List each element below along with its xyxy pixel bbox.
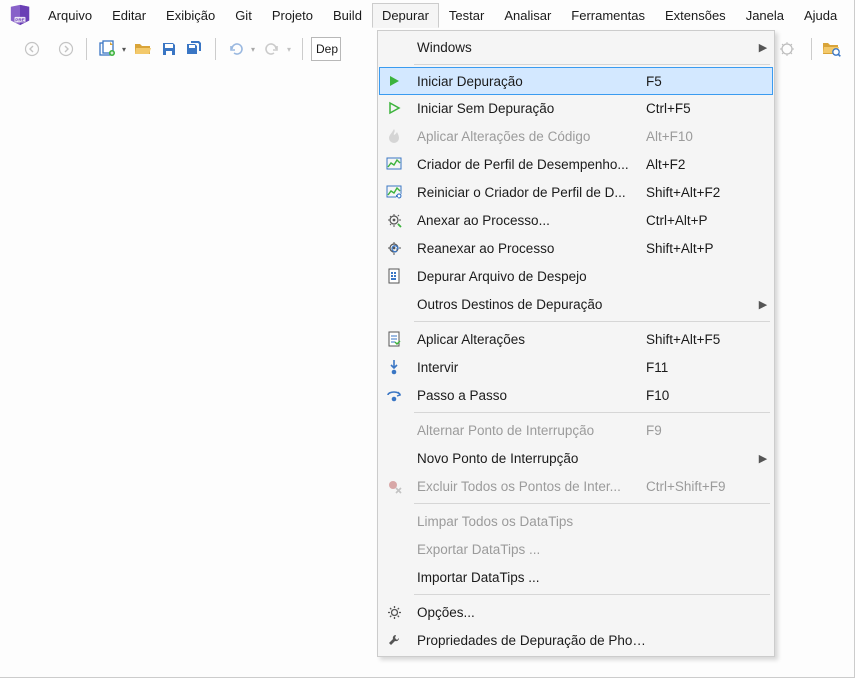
flame-icon: [380, 122, 408, 150]
gear-icon: [380, 598, 408, 626]
dd-intervir[interactable]: Intervir F11: [380, 353, 772, 381]
redo-icon[interactable]: [260, 37, 284, 61]
dd-limpar-datatips[interactable]: Limpar Todos os DataTips: [380, 507, 772, 535]
nav-back-icon[interactable]: [20, 37, 44, 61]
menu-ajuda[interactable]: Ajuda: [794, 3, 847, 28]
attach-icon: [380, 206, 408, 234]
dd-aplicar-alteracoes[interactable]: Aplicar Alterações Shift+Alt+F5: [380, 325, 772, 353]
dropdown-separator: [414, 503, 770, 504]
dd-reanexar-processo[interactable]: Reanexar ao Processo Shift+Alt+P: [380, 234, 772, 262]
menu-editar[interactable]: Editar: [102, 3, 156, 28]
dd-alternar-breakpoint[interactable]: Alternar Ponto de Interrupção F9: [380, 416, 772, 444]
dropdown-separator: [414, 594, 770, 595]
play-outline-icon: [380, 94, 408, 122]
debug-target-dropdown[interactable]: Dep: [311, 37, 341, 61]
menu-arquivo[interactable]: Arquivo: [38, 3, 102, 28]
app-logo-icon: PRE: [6, 1, 34, 29]
menu-janela[interactable]: Janela: [736, 3, 794, 28]
svg-text:PRE: PRE: [15, 17, 24, 22]
blank-icon: [380, 444, 408, 472]
dd-reiniciar-criador-perfil[interactable]: Reiniciar o Criador de Perfil de D... Sh…: [380, 178, 772, 206]
blank-icon: [380, 507, 408, 535]
menu-testar[interactable]: Testar: [439, 3, 494, 28]
blank-icon: [380, 535, 408, 563]
blank-icon: [380, 290, 408, 318]
wrench-icon: [380, 626, 408, 654]
submenu-arrow-icon: ▶: [754, 298, 772, 311]
step-into-icon: [380, 353, 408, 381]
toolbar-separator: [811, 38, 812, 60]
dd-excluir-breakpoints[interactable]: Excluir Todos os Pontos de Inter... Ctrl…: [380, 472, 772, 500]
save-all-icon[interactable]: [183, 37, 207, 61]
menubar: PRE Arquivo Editar Exibição Git Projeto …: [0, 0, 854, 30]
dd-depurar-arquivo-despejo[interactable]: Depurar Arquivo de Despejo: [380, 262, 772, 290]
undo-icon[interactable]: [224, 37, 248, 61]
dd-novo-breakpoint[interactable]: Novo Ponto de Interrupção ▶: [380, 444, 772, 472]
menu-build[interactable]: Build: [323, 3, 372, 28]
dd-passo-a-passo[interactable]: Passo a Passo F10: [380, 381, 772, 409]
dropdown-separator: [414, 412, 770, 413]
dd-aplicar-alteracoes-codigo[interactable]: Aplicar Alterações de Código Alt+F10: [380, 122, 772, 150]
menu-git[interactable]: Git: [225, 3, 262, 28]
reattach-icon: [380, 234, 408, 262]
step-over-icon: [380, 381, 408, 409]
menu-ferramentas[interactable]: Ferramentas: [561, 3, 655, 28]
menu-exibicao[interactable]: Exibição: [156, 3, 225, 28]
submenu-arrow-icon: ▶: [754, 452, 772, 465]
search-folder-icon[interactable]: [820, 37, 844, 61]
submenu-arrow-icon: ▶: [754, 41, 772, 54]
open-folder-icon[interactable]: [131, 37, 155, 61]
dd-anexar-processo[interactable]: Anexar ao Processo... Ctrl+Alt+P: [380, 206, 772, 234]
toolbar-separator: [302, 38, 303, 60]
blank-icon: [380, 33, 408, 61]
save-icon[interactable]: [157, 37, 181, 61]
settings-hint-icon[interactable]: [775, 37, 799, 61]
dropdown-separator: [414, 321, 770, 322]
delete-breakpoints-icon: [380, 472, 408, 500]
blank-icon: [380, 563, 408, 591]
profiler-restart-icon: [380, 178, 408, 206]
menu-depurar[interactable]: Depurar: [372, 3, 439, 28]
dd-iniciar-sem-depuracao[interactable]: Iniciar Sem Depuração Ctrl+F5: [380, 94, 772, 122]
toolbar-separator: [215, 38, 216, 60]
dd-criador-perfil[interactable]: Criador de Perfil de Desempenho... Alt+F…: [380, 150, 772, 178]
profiler-icon: [380, 150, 408, 178]
new-project-icon[interactable]: [95, 37, 119, 61]
menu-projeto[interactable]: Projeto: [262, 3, 323, 28]
dd-opcoes[interactable]: Opções...: [380, 598, 772, 626]
dump-file-icon: [380, 262, 408, 290]
nav-forward-icon[interactable]: [54, 37, 78, 61]
dd-exportar-datatips[interactable]: Exportar DataTips ...: [380, 535, 772, 563]
play-green-icon: [380, 67, 408, 95]
menu-extensoes[interactable]: Extensões: [655, 3, 736, 28]
dd-propriedades-depuracao[interactable]: Propriedades de Depuração de Phoneword: [380, 626, 772, 654]
dd-windows[interactable]: Windows ▶: [380, 33, 772, 61]
dd-iniciar-depuracao[interactable]: Iniciar Depuração F5: [379, 67, 773, 95]
blank-icon: [380, 416, 408, 444]
depurar-dropdown: Windows ▶ Iniciar Depuração F5 Iniciar S…: [377, 30, 775, 657]
dd-outros-destinos[interactable]: Outros Destinos de Depuração ▶: [380, 290, 772, 318]
apply-icon: [380, 325, 408, 353]
dd-importar-datatips[interactable]: Importar DataTips ...: [380, 563, 772, 591]
dropdown-separator: [414, 64, 770, 65]
menu-analisar[interactable]: Analisar: [494, 3, 561, 28]
toolbar-separator: [86, 38, 87, 60]
